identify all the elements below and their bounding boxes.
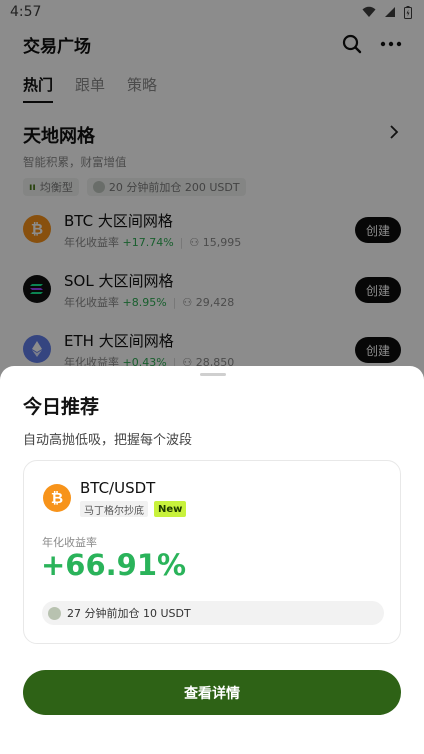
status-time: 4:57 — [10, 4, 42, 20]
sheet-title: 今日推荐 — [23, 396, 100, 418]
battery-icon — [404, 5, 412, 19]
activity-pill: 27 分钟前加仓 10 USDT — [42, 601, 384, 625]
signal-icon — [385, 7, 395, 17]
drag-handle[interactable] — [200, 373, 226, 376]
status-bar: 4:57 — [0, 0, 424, 24]
bitcoin-icon: ₿ — [43, 484, 71, 512]
bottom-sheet: 今日推荐 自动高抛低吸，把握每个波段 ₿ BTC/USDT 马丁格尔抄底 New… — [0, 366, 424, 754]
avatar — [48, 606, 61, 620]
recommendation-card[interactable]: ₿ BTC/USDT 马丁格尔抄底 New 年化收益率 +66.91% 27 分… — [23, 460, 401, 644]
strategy-tag: 马丁格尔抄底 — [80, 501, 148, 517]
new-badge: New — [154, 501, 187, 517]
view-details-button[interactable]: 查看详情 — [23, 670, 401, 715]
trading-pair: BTC/USDT — [80, 479, 156, 497]
sheet-subtitle: 自动高抛低吸，把握每个波段 — [23, 433, 193, 448]
rate-value: +66.91% — [41, 548, 187, 582]
wifi-icon — [362, 6, 376, 17]
activity-label: 27 分钟前加仓 10 USDT — [67, 607, 191, 620]
